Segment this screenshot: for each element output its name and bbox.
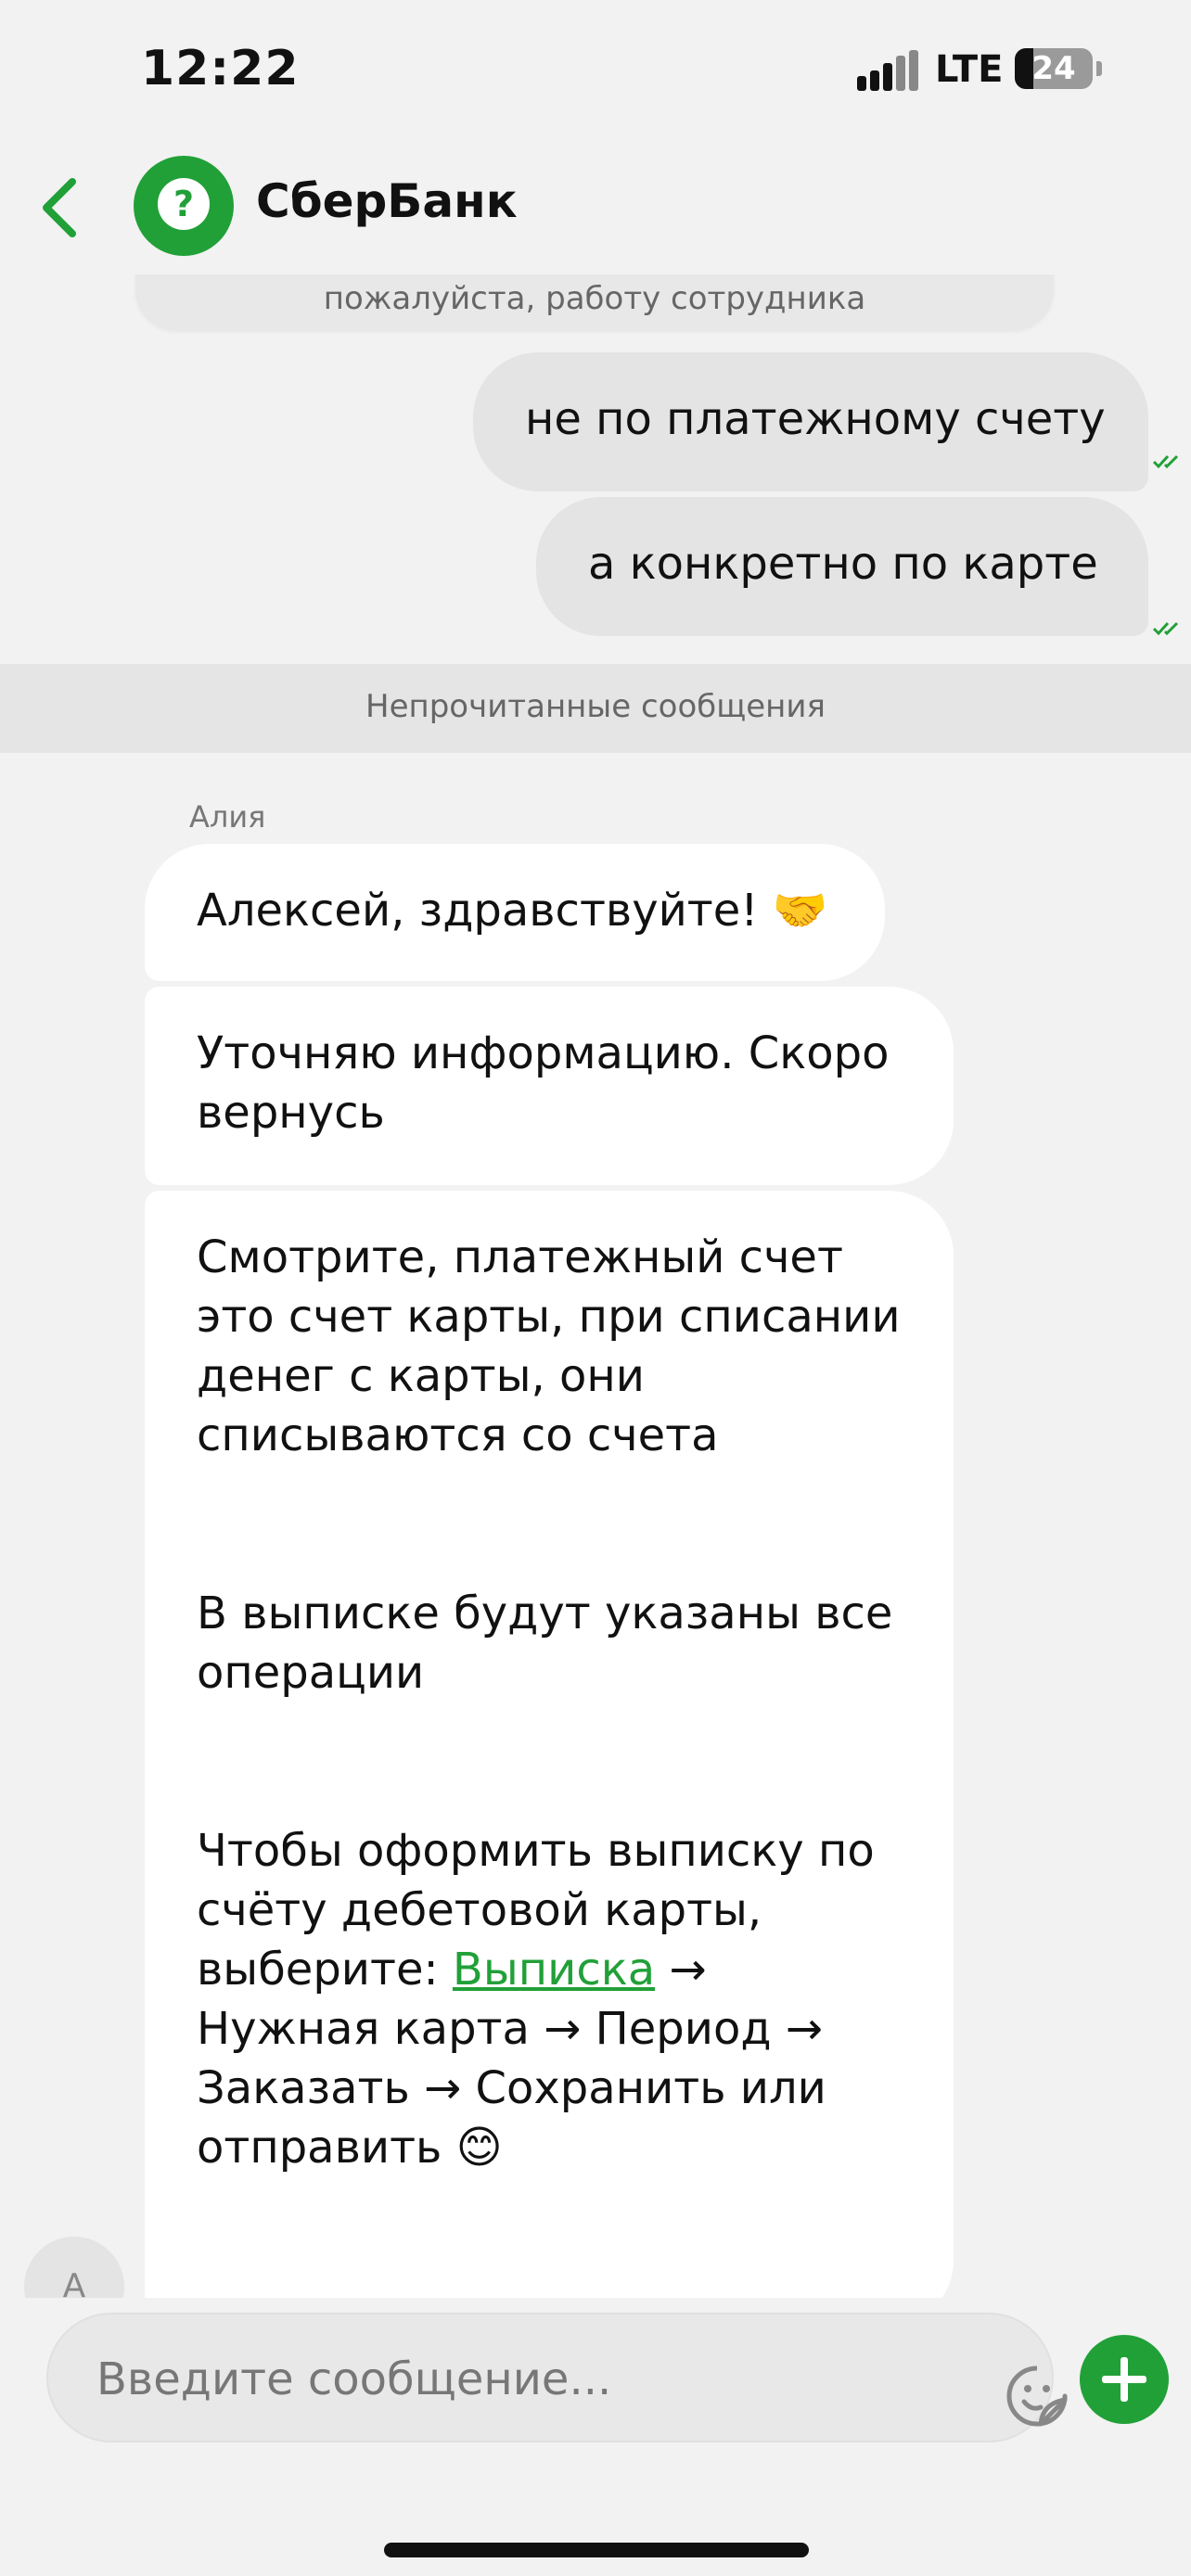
chevron-left-icon xyxy=(43,178,76,237)
message-paragraph: В выписке будут указаны все операции xyxy=(197,1588,893,1699)
message-text: Алексей, здравствуйте! 🤝 xyxy=(197,885,828,937)
message-input[interactable] xyxy=(96,2344,931,2415)
status-time: 12:22 xyxy=(141,41,300,96)
double-check-icon xyxy=(1152,454,1179,469)
battery-cap xyxy=(1096,61,1102,76)
message-paragraph: Чтобы оформить выписку по счёту дебетово… xyxy=(197,1821,902,2177)
unread-divider-text: Непрочитанные сообщения xyxy=(365,688,826,725)
battery-icon: 24 xyxy=(1015,48,1093,89)
sender-name: Алия xyxy=(189,799,266,835)
battery-level: 24 xyxy=(1031,50,1076,87)
signal-strength-icon xyxy=(857,50,920,91)
question-mark-icon: ? xyxy=(158,178,210,230)
incoming-message[interactable]: Алексей, здравствуйте! 🤝 xyxy=(145,844,885,981)
status-bar: 12:22 LTE 24 xyxy=(0,0,1191,139)
sticker-icon[interactable] xyxy=(1004,2363,1070,2429)
message-text: не по платежному счету xyxy=(525,393,1106,445)
chat-avatar[interactable]: ? xyxy=(134,156,234,256)
composer-bar xyxy=(0,2298,1191,2576)
unread-divider: Непрочитанные сообщения xyxy=(0,664,1191,753)
incoming-message-long[interactable]: Смотрите, платежный счет это счет карты,… xyxy=(145,1191,954,2326)
system-message-text: пожалуйста, работу сотрудника xyxy=(323,280,866,317)
outgoing-message[interactable]: не по платежному счету xyxy=(473,352,1148,491)
outgoing-message[interactable]: а конкретно по карте xyxy=(536,497,1148,636)
statement-link[interactable]: Выписка xyxy=(453,1944,655,1996)
message-paragraph: Смотрите, платежный счет это счет карты,… xyxy=(197,1231,901,1461)
attach-plus-button[interactable] xyxy=(1080,2335,1169,2424)
home-indicator xyxy=(384,2543,809,2557)
chat-screen: 12:22 LTE 24 пожалуйста, работу сотрудни… xyxy=(0,0,1191,2576)
message-input-container[interactable] xyxy=(46,2313,1068,2442)
chat-header: ? СберБанк xyxy=(0,139,1191,274)
back-button[interactable] xyxy=(35,172,87,243)
network-type: LTE xyxy=(935,48,1004,91)
message-text: Уточняю информацию. Скоро вернусь xyxy=(197,1027,890,1139)
double-check-icon xyxy=(1152,621,1179,636)
chat-title[interactable]: СберБанк xyxy=(256,174,518,228)
incoming-message[interactable]: Уточняю информацию. Скоро вернусь xyxy=(145,987,954,1185)
message-text: а конкретно по карте xyxy=(588,538,1098,590)
